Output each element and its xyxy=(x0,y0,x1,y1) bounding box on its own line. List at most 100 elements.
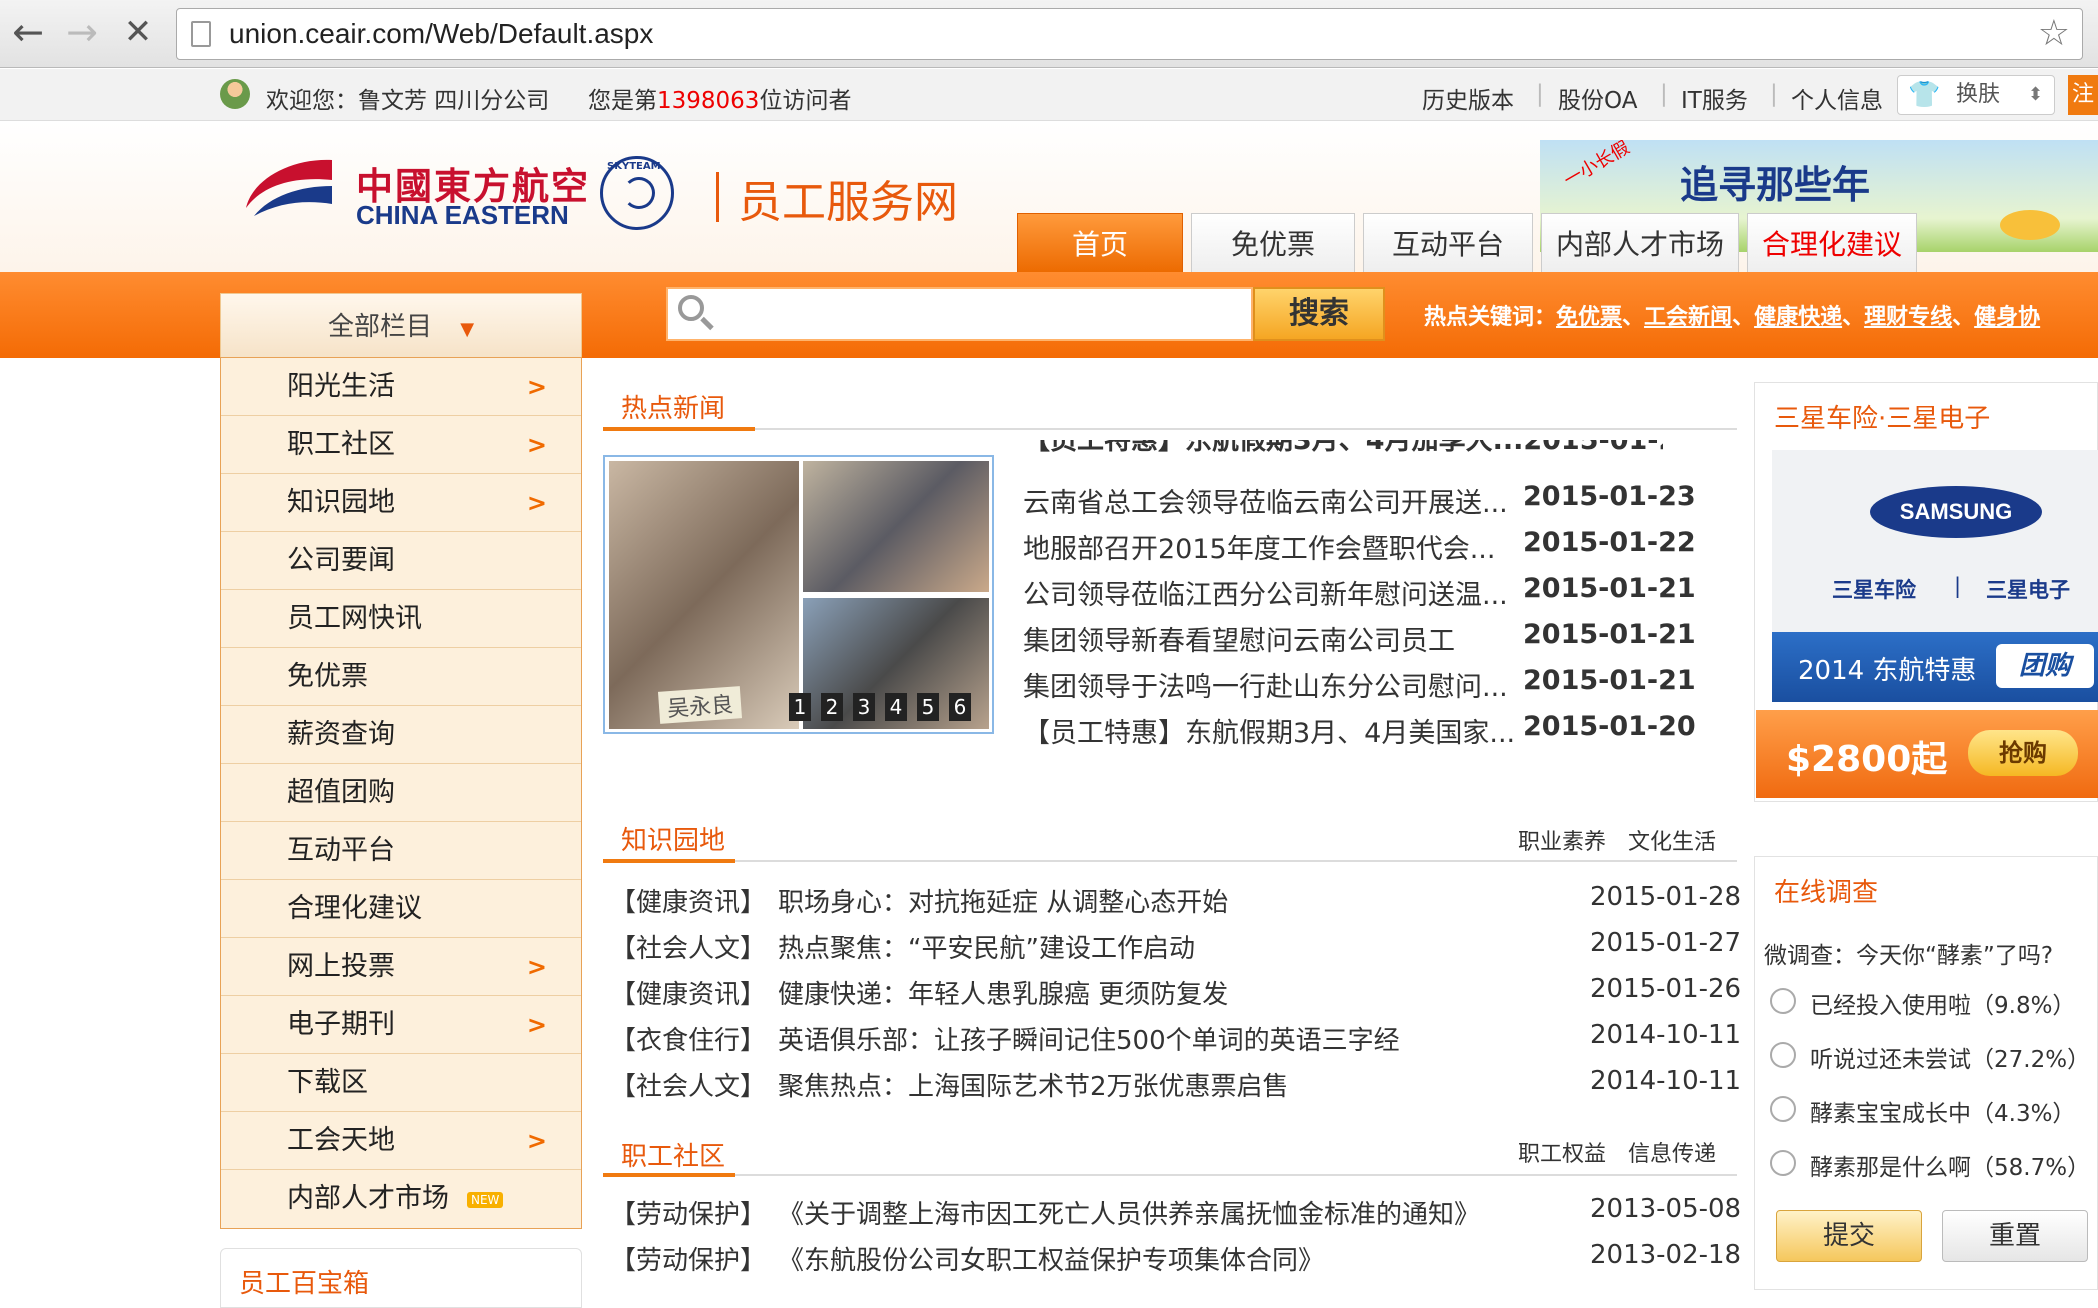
page-button[interactable]: 1 xyxy=(789,693,811,721)
hot-keyword[interactable]: 免优票 xyxy=(1556,305,1622,330)
back-icon[interactable]: ← xyxy=(6,10,50,54)
reset-button[interactable]: 重置 xyxy=(1942,1210,2088,1262)
hot-keyword[interactable]: 工会新闻 xyxy=(1644,305,1732,330)
survey-radio[interactable] xyxy=(1770,1042,1796,1068)
groupbuy-tag: 团购 xyxy=(1996,644,2094,688)
survey-question: 微调查：今天你“酵素”了吗? xyxy=(1764,943,2054,969)
link-it[interactable]: IT服务 xyxy=(1681,81,1748,115)
article-title[interactable]: 聚焦热点：上海国际艺术节2万张优惠票启售 xyxy=(778,1066,1289,1103)
article-category[interactable]: 【健康资讯】 xyxy=(610,974,766,1011)
sidebar-item[interactable]: 职工社区 > xyxy=(221,416,581,474)
forward-icon[interactable]: → xyxy=(60,10,104,54)
sidebar-item[interactable]: 员工网快讯 xyxy=(221,590,581,648)
buy-button[interactable]: 抢购 xyxy=(1968,730,2078,776)
address-bar[interactable]: union.ceair.com/Web/Default.aspx ☆ xyxy=(176,8,2083,60)
bookmark-star-icon[interactable]: ☆ xyxy=(2038,13,2070,54)
sidebar-item[interactable]: 互动平台 xyxy=(221,822,581,880)
hot-keyword[interactable]: 理财专线 xyxy=(1864,305,1952,330)
survey-option[interactable]: 酵素宝宝成长中（4.3%） xyxy=(1810,1094,2075,1128)
survey-radio[interactable] xyxy=(1770,1150,1796,1176)
tab-home[interactable]: 首页 xyxy=(1017,213,1183,273)
all-categories-button[interactable]: 全部栏目 ▼ xyxy=(220,293,582,357)
news-slideshow[interactable]: 吴永良 123456 xyxy=(603,455,994,734)
page-button[interactable]: 4 xyxy=(885,693,907,721)
top-info-bar: 欢迎您：鲁文芳 四川分公司 您是第1398063位访问者 历史版本 | 股份OA… xyxy=(0,69,2098,121)
link-history[interactable]: 历史版本 xyxy=(1422,81,1514,115)
news-item[interactable]: 集团领导新春看望慰问云南公司员工 xyxy=(1023,619,1455,658)
skin-select[interactable]: 👕 换肤 ⬍ xyxy=(1897,75,2055,115)
sidebar-item[interactable]: 网上投票 > xyxy=(221,938,581,996)
sidebar-item[interactable]: 阳光生活 > xyxy=(221,358,581,416)
search-button[interactable]: 搜索 xyxy=(1253,287,1385,341)
article-title[interactable]: 英语俱乐部：让孩子瞬间记住500个单词的英语三字经 xyxy=(778,1020,1400,1057)
hot-label: 热点关键词： xyxy=(1424,305,1557,330)
sidebar-item[interactable]: 公司要闻 xyxy=(221,532,581,590)
shirt-icon: 👕 xyxy=(1908,80,1941,110)
register-button[interactable]: 注 xyxy=(2068,75,2098,115)
stop-icon[interactable]: ✕ xyxy=(116,10,160,54)
article-category[interactable]: 【健康资讯】 xyxy=(610,882,766,919)
samsung-car-link[interactable]: 三星车险 xyxy=(1832,574,1916,604)
tab-free-ticket[interactable]: 免优票 xyxy=(1191,213,1355,273)
chevron-right-icon: > xyxy=(526,1127,547,1155)
search-input[interactable] xyxy=(666,287,1253,341)
community-link[interactable]: 职工权益 xyxy=(1518,1136,1606,1168)
article-title[interactable]: 《关于调整上海市因工死亡人员供养亲属抚恤金标准的通知》 xyxy=(778,1194,1480,1231)
page-button[interactable]: 6 xyxy=(949,693,971,721)
link-oa[interactable]: 股份OA xyxy=(1558,81,1637,115)
knowledge-link[interactable]: 职业素养 xyxy=(1518,824,1606,856)
survey-option[interactable]: 已经投入使用啦（9.8%） xyxy=(1810,986,2075,1020)
survey-option[interactable]: 听说过还未尝试（27.2%） xyxy=(1810,1040,2090,1074)
news-item[interactable]: 【员工特惠】东航假期3月、4月美国家... xyxy=(1023,711,1515,750)
url-text[interactable]: union.ceair.com/Web/Default.aspx xyxy=(229,18,653,50)
hot-keyword[interactable]: 健身协 xyxy=(1974,305,2040,330)
community-link[interactable]: 信息传递 xyxy=(1628,1136,1716,1168)
sidebar-item[interactable]: 合理化建议 xyxy=(221,880,581,938)
sidebar-item[interactable]: 知识园地 > xyxy=(221,474,581,532)
sidebar-item[interactable]: 工会天地 > xyxy=(221,1112,581,1170)
news-item[interactable]: 集团领导于法鸣一行赴山东分公司慰问... xyxy=(1023,665,1508,704)
samsung-elec-link[interactable]: 三星电子 xyxy=(1986,574,2070,604)
sidebar-item[interactable]: 下载区 xyxy=(221,1054,581,1112)
news-date: 2015-01-21 xyxy=(1523,573,1696,604)
article-title[interactable]: 《东航股份公司女职工权益保护专项集体合同》 xyxy=(778,1240,1324,1277)
article-title[interactable]: 职场身心：对抗拖延症 从调整心态开始 xyxy=(778,882,1228,919)
tab-talent-market[interactable]: 内部人才市场 xyxy=(1541,213,1739,273)
spinner-icon: ⬍ xyxy=(2028,84,2044,105)
page-button[interactable]: 2 xyxy=(821,693,843,721)
tab-interaction[interactable]: 互动平台 xyxy=(1363,213,1533,273)
news-item[interactable]: 公司领导莅临江西分公司新年慰问送温... xyxy=(1023,573,1508,612)
tab-suggestion[interactable]: 合理化建议 xyxy=(1747,213,1917,273)
chevron-right-icon: > xyxy=(526,489,547,517)
survey-option[interactable]: 酵素那是什么啊（58.7%） xyxy=(1810,1148,2090,1182)
sidebar-item[interactable]: 免优票 xyxy=(221,648,581,706)
sidebar-item[interactable]: 内部人才市场 NEW xyxy=(221,1170,581,1228)
article-category[interactable]: 【劳动保护】 xyxy=(610,1194,766,1231)
article-category[interactable]: 【衣食住行】 xyxy=(610,1020,766,1057)
page-button[interactable]: 5 xyxy=(917,693,939,721)
hot-keyword[interactable]: 健康快递 xyxy=(1754,305,1842,330)
submit-button[interactable]: 提交 xyxy=(1776,1210,1922,1262)
article-category[interactable]: 【劳动保护】 xyxy=(610,1240,766,1277)
article-title[interactable]: 热点聚焦：“平安民航”建设工作启动 xyxy=(778,928,1195,965)
survey-radio[interactable] xyxy=(1770,988,1796,1014)
link-profile[interactable]: 个人信息 xyxy=(1791,81,1883,115)
article-title[interactable]: 健康快递：年轻人患乳腺癌 更须防复发 xyxy=(778,974,1228,1011)
article-category[interactable]: 【社会人文】 xyxy=(610,928,766,965)
page-button[interactable]: 3 xyxy=(853,693,875,721)
sidebar-item[interactable]: 薪资查询 xyxy=(221,706,581,764)
promo-strip[interactable]: 2014 东航特惠 团购 xyxy=(1772,632,2098,702)
samsung-banner[interactable]: SAMSUNG 三星车险 | 三星电子 xyxy=(1772,450,2098,632)
sidebar-item[interactable]: 超值团购 xyxy=(221,764,581,822)
news-item[interactable]: 云南省总工会领导莅临云南公司开展送... xyxy=(1023,481,1508,520)
knowledge-link[interactable]: 文化生活 xyxy=(1628,824,1716,856)
article-category[interactable]: 【社会人文】 xyxy=(610,1066,766,1103)
price-banner[interactable]: $2800起 抢购 xyxy=(1756,710,2098,798)
chevron-right-icon: > xyxy=(526,1011,547,1039)
toolbox-panel: 员工百宝箱 xyxy=(220,1248,582,1308)
section-marker xyxy=(603,427,755,431)
sidebar-item[interactable]: 电子期刊 > xyxy=(221,996,581,1054)
airline-logo-icon xyxy=(246,159,332,216)
survey-radio[interactable] xyxy=(1770,1096,1796,1122)
news-item[interactable]: 地服部召开2015年度工作会暨职代会... xyxy=(1023,527,1495,566)
